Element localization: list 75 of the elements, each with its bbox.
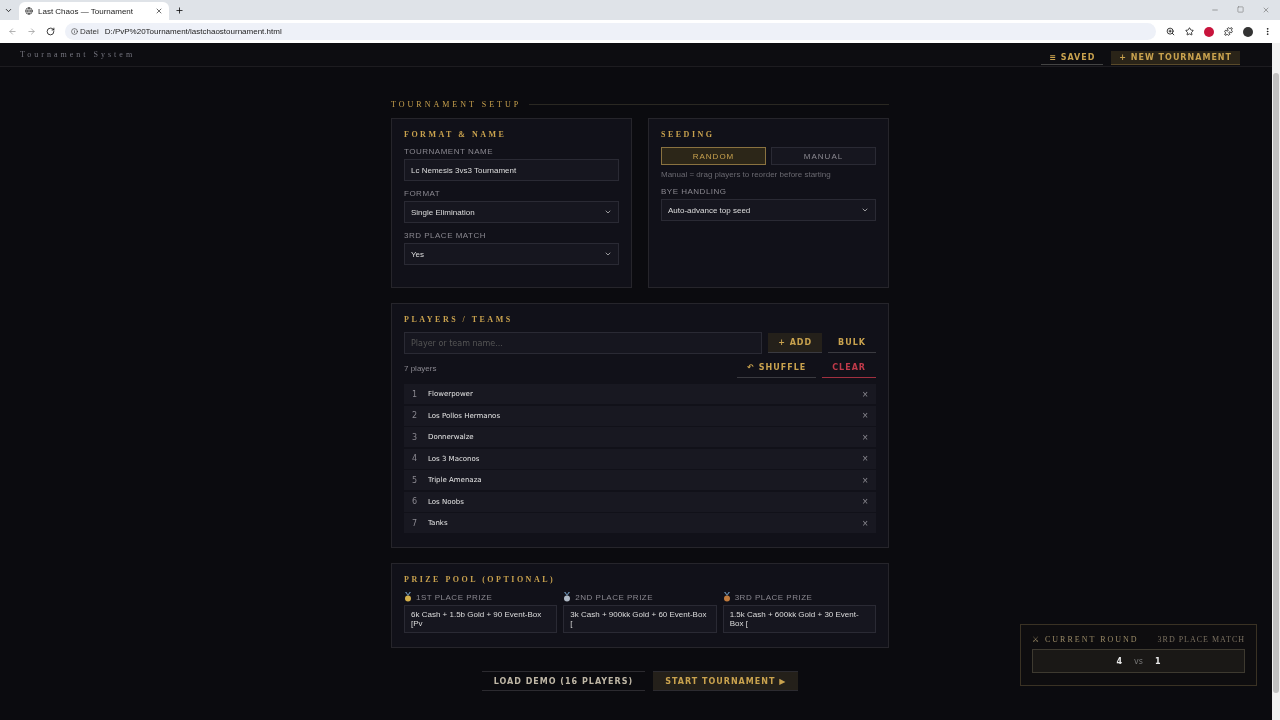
browser-tab[interactable]: Last Chaos — Tournament — [19, 2, 169, 20]
medal-icon — [563, 592, 572, 602]
field-label: 1ST PLACE PRIZE — [416, 592, 493, 602]
seed-number: 5 — [412, 475, 419, 485]
card-title: SEEDING — [661, 130, 716, 139]
field-label: 2ND PLACE PRIZE — [575, 592, 654, 602]
select-field[interactable]: Single Elimination — [404, 201, 619, 223]
app-subtitle: Tournament System — [20, 50, 136, 59]
medal-icon — [722, 592, 731, 602]
field-label: TOURNAMENT NAME — [404, 147, 494, 156]
field-label: 3RD PLACE PRIZE — [734, 592, 813, 602]
shuffle-button[interactable]: ↶ SHUFFLE — [737, 358, 817, 378]
seed-number: 3 — [412, 432, 419, 442]
seed-number: 7 — [412, 518, 419, 528]
add-button[interactable]: + ADD — [768, 333, 823, 353]
remove-button[interactable]: × — [862, 431, 868, 443]
prize-field[interactable]: 6k Cash + 1.5b Gold + 90 Event-Box [Pv — [404, 605, 558, 633]
saved-button[interactable]: ≡ SAVED — [1041, 50, 1104, 65]
remove-button[interactable]: × — [862, 410, 868, 421]
chevron-down-icon — [604, 250, 612, 258]
prize-field[interactable]: 3k Cash + 900kk Gold + 60 Event-Box [ — [563, 605, 717, 633]
chevron-down-icon — [604, 208, 612, 216]
remove-button[interactable]: × — [862, 453, 868, 464]
seeding-option[interactable]: RANDOM — [661, 147, 766, 165]
url-text: D:/PvP%20Tournament/lastchaostournament.html — [104, 27, 282, 36]
card-title: PRIZE POOL (OPTIONAL) — [404, 575, 557, 584]
globe-icon — [25, 7, 33, 15]
medal-icon — [404, 592, 412, 602]
bookmark-star-icon[interactable] — [1185, 27, 1194, 36]
remove-button[interactable]: × — [862, 496, 868, 507]
seed-number: 1 — [412, 389, 419, 399]
tab-list-icon[interactable] — [4, 6, 13, 15]
close-icon[interactable] — [155, 7, 163, 15]
tab-title: Last Chaos — Tournament — [38, 6, 134, 16]
team-seed: 4 — [1116, 656, 1123, 666]
new-tournament-button[interactable]: + NEW TOURNAMENT — [1111, 50, 1240, 65]
menu-icon[interactable] — [1263, 27, 1272, 36]
info-icon — [71, 28, 78, 35]
section-title: TOURNAMENT SETUP — [391, 100, 522, 109]
seed-number: 2 — [412, 411, 419, 420]
chevron-down-icon — [861, 206, 869, 214]
field-label: BYE HANDLING — [661, 187, 728, 196]
bulk-button[interactable]: BULK — [828, 333, 876, 353]
input-field[interactable]: Lc Nemesis 3vs3 Tournament — [404, 159, 619, 181]
seed-number: 6 — [412, 497, 419, 506]
panel-title: ⚔ CURRENT ROUND — [1032, 635, 1139, 644]
address-bar[interactable]: Datei D:/PvP%20Tournament/lastchaostournament.html — [65, 23, 1156, 40]
scrollbar-thumb[interactable] — [1273, 73, 1279, 693]
seeding-option[interactable]: MANUAL — [771, 147, 876, 165]
field-label: FORMAT — [404, 189, 442, 198]
prize-field[interactable]: 1.5k Cash + 600kk Gold + 30 Event-Box [ — [722, 605, 876, 633]
start-tournament-button[interactable]: START TOURNAMENT ▶ — [653, 671, 799, 691]
match-stage: 3RD PLACE MATCH — [1157, 635, 1245, 644]
select-field[interactable]: Yes — [404, 243, 619, 265]
site-info-chip[interactable]: Datei — [71, 27, 99, 36]
reload-icon[interactable] — [46, 27, 55, 36]
card-title: PLAYERS / TEAMS — [404, 315, 514, 324]
versus-text: vs — [1134, 656, 1143, 666]
clear-button[interactable]: CLEAR — [822, 358, 876, 378]
load-demo-button[interactable]: LOAD DEMO (16 PLAYERS) — [481, 671, 646, 691]
remove-button[interactable]: × — [862, 474, 868, 486]
remove-button[interactable]: × — [862, 517, 868, 529]
player-count: 7 players — [404, 363, 437, 373]
remove-button[interactable]: × — [862, 388, 868, 400]
hint-text: Manual = drag players to reorder before starting — [661, 170, 832, 179]
seed-number: 4 — [412, 454, 419, 463]
extension-icon[interactable] — [1204, 26, 1214, 37]
profile-avatar[interactable] — [1243, 26, 1253, 37]
extensions-icon[interactable] — [1224, 27, 1233, 36]
card-title: FORMAT & NAME — [404, 130, 508, 139]
team-seed: 1 — [1154, 656, 1161, 666]
field-label: 3RD PLACE MATCH — [404, 231, 488, 240]
select-field[interactable]: Auto-advance top seed — [661, 199, 876, 221]
zoom-icon[interactable] — [1166, 27, 1175, 36]
new-tab-icon[interactable] — [175, 6, 184, 15]
